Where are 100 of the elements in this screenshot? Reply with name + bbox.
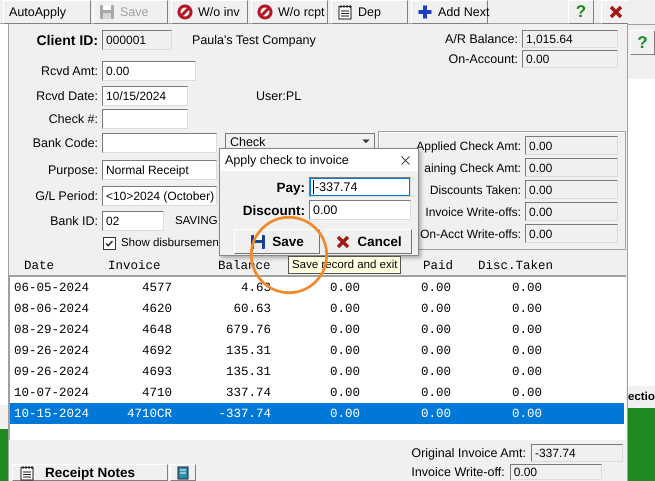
input-field[interactable]: 0.00 <box>102 61 196 81</box>
table-cell-text: 0.00 <box>510 386 542 400</box>
table-cell-text: 09-26-2024 <box>13 364 90 378</box>
display-field: 0.00 <box>522 50 618 68</box>
x-icon <box>335 234 352 250</box>
table-cell-text: 4693 <box>140 364 172 378</box>
display-field: 0.00 <box>525 158 618 177</box>
field-label: aining Check Amt: <box>423 160 522 174</box>
table-cell-text: 0.00 <box>510 364 542 378</box>
input-field[interactable]: 10/15/2024 <box>102 86 188 106</box>
table-row[interactable]: 10-07-2024 4710 337.74 0.00 0.00 0.00 <box>10 382 624 403</box>
table-row[interactable]: 08-06-2024 4620 60.63 0.00 0.00 0.00 <box>10 298 624 319</box>
dialog-title: Apply check to invoice <box>225 153 349 167</box>
table-row[interactable]: 08-29-2024 4648 679.76 0.00 0.00 0.00 <box>10 319 624 340</box>
field-label: Applied Check Amt: <box>415 138 522 152</box>
cancel-button[interactable]: Cancel <box>325 229 412 254</box>
table-cell-text: 337.74 <box>224 386 271 400</box>
display-field: 0.00 <box>525 136 618 155</box>
plus-icon <box>417 4 433 20</box>
table-cell-text: 0.00 <box>420 280 451 294</box>
column-header[interactable]: Paid <box>423 259 478 273</box>
help-button[interactable]: ? <box>630 30 655 55</box>
prohibition-icon <box>257 4 273 20</box>
table-cell-text: 4648 <box>140 322 172 336</box>
input-field[interactable]: -337.74 <box>309 177 411 197</box>
help-button[interactable]: ? <box>568 0 594 24</box>
table-cell-text: 0.00 <box>420 364 451 378</box>
table-cell-text: 0.00 <box>420 344 451 358</box>
input-field[interactable]: 02 <box>102 211 164 231</box>
close-icon <box>399 154 412 166</box>
table-cell-text: 0.00 <box>510 406 542 420</box>
table-cell-text: 0.00 <box>328 322 360 336</box>
column-header[interactable]: Invoice <box>108 259 218 273</box>
display-field: 0.00 <box>525 180 618 199</box>
close-button[interactable] <box>399 154 412 166</box>
table-cell-text: 4710CR <box>126 406 172 420</box>
input-field[interactable]: Normal Receipt <box>102 160 217 180</box>
table-cell-text: 4710 <box>140 386 172 400</box>
table-row[interactable]: 09-26-2024 4693 135.31 0.00 0.00 0.00 <box>10 361 624 382</box>
label-fragment: ectio <box>628 391 655 403</box>
x-icon <box>608 4 624 20</box>
field-note: Paula's Test Company <box>192 33 316 47</box>
toolbar-button[interactable]: Add Next <box>411 0 488 24</box>
table-cell-text: 679.76 <box>224 322 271 336</box>
table-cell-text: 135.31 <box>224 364 271 378</box>
display-field: 0.00 <box>525 202 618 221</box>
field-label: Pay: <box>275 180 306 194</box>
table-cell-text: 0.00 <box>420 302 451 316</box>
table-cell-text: 06-05-2024 <box>13 280 90 294</box>
field-label: Rcvd Date: <box>35 89 99 103</box>
display-field: 000001 <box>102 30 172 50</box>
table-cell-text: 0.00 <box>510 322 542 336</box>
column-header[interactable]: Disc.Taken <box>478 259 627 273</box>
table-cell-text: 0.00 <box>510 302 542 316</box>
notepad-icon <box>337 4 353 20</box>
field-label: A/R Balance: <box>444 32 519 46</box>
table-cell-text: 60.63 <box>232 302 271 316</box>
notes-button[interactable]: Receipt Notes <box>12 464 168 481</box>
field-label: Invoice Write-off: <box>411 465 506 479</box>
field-label: Original Invoice Amt: <box>411 446 527 460</box>
table-row[interactable]: 10-15-2024 4710CR -337.74 0.00 0.00 0.00 <box>10 403 624 424</box>
table-cell-text: 08-29-2024 <box>13 322 90 336</box>
table-cell-text: 0.00 <box>328 302 360 316</box>
save-button[interactable]: Save <box>234 229 320 254</box>
table-cell-text: 0.00 <box>420 322 451 336</box>
field-label: Discount: <box>242 202 306 218</box>
table-cell-text: 4577 <box>140 280 172 294</box>
input-field[interactable] <box>102 133 217 153</box>
checkbox[interactable] <box>103 236 116 250</box>
toolbar-button[interactable]: Dep <box>331 0 408 24</box>
table-cell-text: 08-06-2024 <box>13 302 90 316</box>
toolbar-button[interactable]: W/o rcpt <box>251 0 328 24</box>
table-cell-text: -337.74 <box>217 406 271 420</box>
field-label: Bank Code: <box>32 136 99 150</box>
table-cell-text: 09-26-2024 <box>13 344 90 358</box>
book-button[interactable] <box>170 464 196 481</box>
table-cell-text: 0.00 <box>328 364 360 378</box>
input-field[interactable]: 0.00 <box>309 200 411 220</box>
field-label: G/L Period: <box>34 189 99 203</box>
book-icon <box>175 464 191 480</box>
field-label: Client ID: <box>36 32 99 48</box>
check-mark-icon <box>104 238 115 248</box>
toolbar-button[interactable]: AutoApply <box>3 0 91 24</box>
column-header[interactable]: Date <box>9 259 108 273</box>
table-cell-text: 0.00 <box>328 280 360 294</box>
toolbar-button[interactable]: W/o inv <box>171 0 248 24</box>
field-label: Bank ID: <box>49 214 99 228</box>
display-field: -337.74 <box>531 444 623 462</box>
table-cell-text: 0.00 <box>328 386 360 400</box>
table-cell-text: 0.00 <box>510 344 542 358</box>
field-label: Check #: <box>48 112 99 126</box>
table-cell-text: 10-15-2024 <box>13 406 90 420</box>
table-cell-text: 4692 <box>140 344 172 358</box>
prohibition-icon <box>177 4 193 20</box>
notepad-icon <box>19 464 35 480</box>
input-field[interactable] <box>102 109 188 129</box>
table-row[interactable]: 09-26-2024 4692 135.31 0.00 0.00 0.00 <box>10 340 624 361</box>
field-label: On-Account: <box>448 52 519 66</box>
input-field[interactable]: <10>2024 (October) <box>102 186 217 206</box>
display-field: 1,015.64 <box>522 30 618 48</box>
